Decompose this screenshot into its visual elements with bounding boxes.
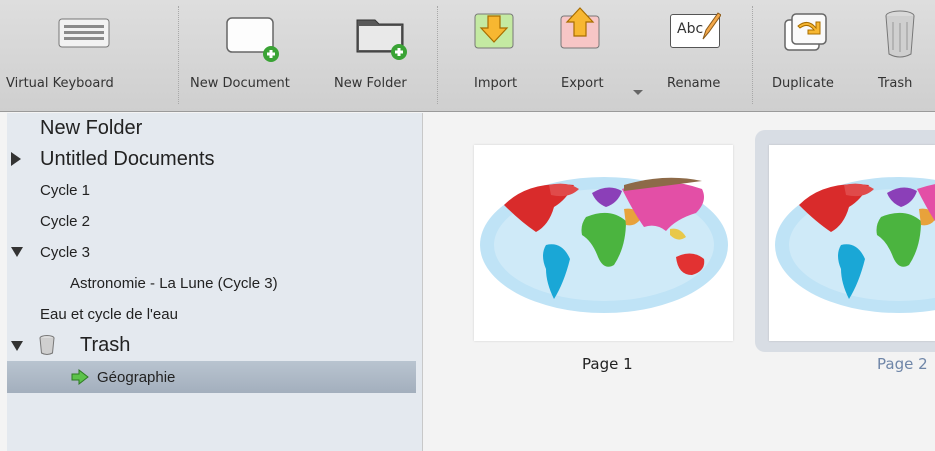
sidebar-item-label: Trash bbox=[80, 333, 131, 356]
sidebar-item-cycle-1[interactable]: Cycle 1 bbox=[7, 175, 416, 205]
disclosure-down-icon[interactable] bbox=[11, 341, 23, 351]
page-thumbnail-1[interactable] bbox=[474, 145, 733, 341]
new-folder-icon bbox=[356, 19, 407, 60]
trash-icon bbox=[39, 335, 55, 355]
new-folder-button[interactable]: New Folder bbox=[330, 0, 430, 108]
disclosure-right-icon[interactable] bbox=[11, 152, 21, 166]
new-folder-label: New Folder bbox=[334, 76, 407, 91]
rename-button[interactable]: Abc Rename bbox=[660, 0, 740, 108]
export-label: Export bbox=[561, 76, 604, 91]
page-1-caption: Page 1 bbox=[582, 355, 633, 373]
trash-label: Trash bbox=[878, 76, 913, 91]
import-icon bbox=[474, 13, 514, 49]
page-thumbnail-2[interactable] bbox=[769, 145, 935, 341]
virtual-keyboard-label: Virtual Keyboard bbox=[6, 76, 114, 91]
toolbar-separator bbox=[178, 6, 180, 104]
trash-button[interactable]: Trash bbox=[870, 0, 935, 108]
new-document-icon bbox=[226, 17, 279, 62]
sidebar-item-label: Cycle 2 bbox=[40, 212, 91, 230]
sidebar-item-geographie[interactable]: Géographie bbox=[7, 361, 416, 393]
sidebar-item-label: Cycle 3 bbox=[40, 243, 91, 261]
sidebar-item-label: New Folder bbox=[40, 116, 143, 139]
sidebar-item-eau-et-cycle[interactable]: Eau et cycle de l'eau bbox=[7, 299, 416, 329]
sidebar-item-label: Eau et cycle de l'eau bbox=[40, 305, 178, 323]
keyboard-icon bbox=[58, 18, 110, 48]
duplicate-icon bbox=[784, 13, 827, 51]
sidebar-item-trash[interactable]: Trash bbox=[7, 330, 416, 360]
import-button[interactable]: Import bbox=[460, 0, 540, 108]
world-map-image bbox=[775, 177, 935, 313]
duplicate-button[interactable]: Duplicate bbox=[765, 0, 855, 108]
sidebar-item-astronomie[interactable]: Astronomie - La Lune (Cycle 3) bbox=[7, 268, 416, 298]
pencil-icon bbox=[702, 12, 721, 40]
disclosure-down-icon[interactable] bbox=[11, 247, 23, 257]
green-arrow-icon bbox=[71, 369, 89, 385]
new-document-button[interactable]: New Document bbox=[185, 0, 320, 108]
import-label: Import bbox=[474, 76, 518, 91]
rename-icon: Abc bbox=[670, 12, 721, 48]
sidebar-item-untitled-documents[interactable]: Untitled Documents bbox=[7, 144, 416, 174]
page-2-caption: Page 2 bbox=[877, 355, 928, 373]
sidebar-item-label: Cycle 1 bbox=[40, 181, 91, 199]
sidebar-item-cycle-2[interactable]: Cycle 2 bbox=[7, 206, 416, 236]
virtual-keyboard-button[interactable]: Virtual Keyboard bbox=[0, 0, 170, 108]
trash-can-icon bbox=[885, 10, 915, 58]
sidebar-item-label: Astronomie - La Lune (Cycle 3) bbox=[70, 274, 278, 292]
export-button[interactable]: Export bbox=[550, 0, 640, 108]
sidebar-item-label: Géographie bbox=[97, 368, 176, 386]
new-document-label: New Document bbox=[190, 76, 290, 91]
sidebar-item-cycle-3[interactable]: Cycle 3 bbox=[7, 237, 416, 267]
toolbar-separator bbox=[752, 6, 754, 104]
duplicate-label: Duplicate bbox=[772, 76, 834, 91]
world-map-image bbox=[480, 177, 728, 313]
sidebar: New Folder Untitled Documents Cycle 1 Cy… bbox=[7, 113, 423, 451]
sidebar-item-label: Untitled Documents bbox=[40, 147, 215, 170]
export-dropdown-icon[interactable] bbox=[633, 90, 643, 95]
toolbar-separator bbox=[437, 6, 439, 104]
toolbar: Virtual Keyboard New Document New Folder… bbox=[0, 0, 935, 112]
rename-label: Rename bbox=[667, 76, 721, 91]
sidebar-item-new-folder[interactable]: New Folder bbox=[7, 113, 416, 143]
export-icon bbox=[560, 7, 600, 49]
